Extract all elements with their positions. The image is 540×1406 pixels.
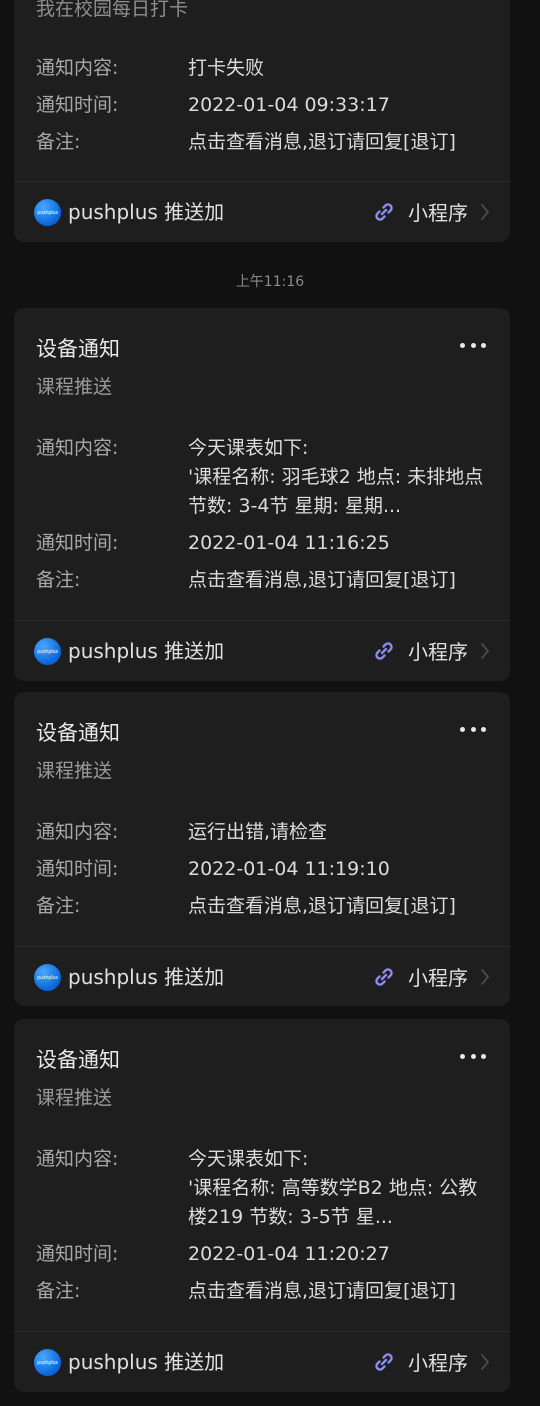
mini-program-label[interactable]: 小程序 xyxy=(408,1347,468,1376)
more-dots-icon[interactable] xyxy=(460,1053,486,1059)
time-value: 2022-01-04 09:33:17 xyxy=(188,94,390,116)
chevron-right-icon xyxy=(481,969,489,985)
card-title: 设备通知 xyxy=(36,1048,120,1072)
link-icon xyxy=(375,968,393,986)
chevron-right-icon xyxy=(481,643,489,659)
content-row: 通知内容: 今天课表如下: '课程名称: 羽毛球2 地点: 未排地点 节数: 3… xyxy=(36,434,494,524)
pushplus-logo-icon: pushplus xyxy=(34,1349,61,1376)
content-row: 通知内容: 今天课表如下: '课程名称: 高等数学B2 地点: 公教楼219 节… xyxy=(36,1145,494,1235)
time-label: 通知时间: xyxy=(36,858,119,880)
time-label: 通知时间: xyxy=(36,94,119,116)
remark-label: 备注: xyxy=(36,131,81,153)
content-label: 通知内容: xyxy=(36,1148,119,1170)
notification-card[interactable]: 我在校园每日打卡 通知内容: 打卡失败 通知时间: 2022-01-04 09:… xyxy=(14,0,510,242)
pushplus-logo-icon: pushplus xyxy=(34,638,61,665)
card-subtitle: 我在校园每日打卡 xyxy=(36,0,189,20)
remark-value: 点击查看消息,退订请回复[退订] xyxy=(188,1280,456,1302)
remark-label: 备注: xyxy=(36,569,81,591)
card-subtitle: 课程推送 xyxy=(36,376,113,398)
remark-value: 点击查看消息,退订请回复[退订] xyxy=(188,569,456,591)
chevron-right-icon xyxy=(481,1354,489,1370)
content-value: 今天课表如下: '课程名称: 羽毛球2 地点: 未排地点 节数: 3-4节 星期… xyxy=(188,437,484,517)
time-value: 2022-01-04 11:16:25 xyxy=(188,532,390,554)
card-footer[interactable]: pushplus pushplus 推送加 小程序 xyxy=(14,1332,510,1392)
mini-program-label[interactable]: 小程序 xyxy=(408,962,468,991)
time-label: 通知时间: xyxy=(36,532,119,554)
link-icon xyxy=(375,1353,393,1371)
timestamp: 上午11:16 xyxy=(235,274,305,290)
pushplus-logo-icon: pushplus xyxy=(34,964,61,991)
card-subtitle: 课程推送 xyxy=(36,760,113,782)
card-footer[interactable]: pushplus pushplus 推送加 小程序 xyxy=(14,621,510,681)
remark-value: 点击查看消息,退订请回复[退订] xyxy=(188,895,456,917)
link-icon xyxy=(375,642,393,660)
card-title: 设备通知 xyxy=(36,337,120,361)
time-value: 2022-01-04 11:20:27 xyxy=(188,1243,390,1265)
content-value: 今天课表如下: '课程名称: 高等数学B2 地点: 公教楼219 节数: 3-5… xyxy=(188,1148,478,1228)
content-label: 通知内容: xyxy=(36,57,119,79)
brand-name: pushplus 推送加 xyxy=(68,1350,225,1374)
content-value: 打卡失败 xyxy=(188,57,265,79)
brand-name: pushplus 推送加 xyxy=(68,965,225,989)
remark-value: 点击查看消息,退订请回复[退订] xyxy=(188,131,456,153)
content-label: 通知内容: xyxy=(36,437,119,459)
mini-program-label[interactable]: 小程序 xyxy=(408,197,468,226)
card-title: 设备通知 xyxy=(36,721,120,745)
card-footer[interactable]: pushplus pushplus 推送加 小程序 xyxy=(14,947,510,1006)
content-value: 运行出错,请检查 xyxy=(188,821,328,843)
notification-card[interactable]: 设备通知 课程推送 通知内容: 今天课表如下: '课程名称: 高等数学B2 地点… xyxy=(14,1019,510,1392)
notification-card[interactable]: 设备通知 课程推送 通知内容: 今天课表如下: '课程名称: 羽毛球2 地点: … xyxy=(14,308,510,681)
notification-card[interactable]: 设备通知 课程推送 通知内容: 运行出错,请检查 通知时间: 2022-01-0… xyxy=(14,692,510,1006)
remark-label: 备注: xyxy=(36,895,81,917)
time-label: 通知时间: xyxy=(36,1243,119,1265)
brand-name: pushplus 推送加 xyxy=(68,639,225,663)
card-subtitle: 课程推送 xyxy=(36,1087,113,1109)
more-dots-icon[interactable] xyxy=(460,726,486,732)
content-label: 通知内容: xyxy=(36,821,119,843)
card-footer[interactable]: pushplus pushplus 推送加 小程序 xyxy=(14,182,510,242)
time-value: 2022-01-04 11:19:10 xyxy=(188,858,390,880)
chevron-right-icon xyxy=(481,204,489,220)
message-feed: 我在校园每日打卡 通知内容: 打卡失败 通知时间: 2022-01-04 09:… xyxy=(0,0,540,1406)
remark-label: 备注: xyxy=(36,1280,81,1302)
more-dots-icon[interactable] xyxy=(460,342,486,348)
pushplus-logo-icon: pushplus xyxy=(34,199,61,226)
link-icon xyxy=(375,203,393,221)
mini-program-label[interactable]: 小程序 xyxy=(408,636,468,665)
brand-name: pushplus 推送加 xyxy=(68,200,225,224)
